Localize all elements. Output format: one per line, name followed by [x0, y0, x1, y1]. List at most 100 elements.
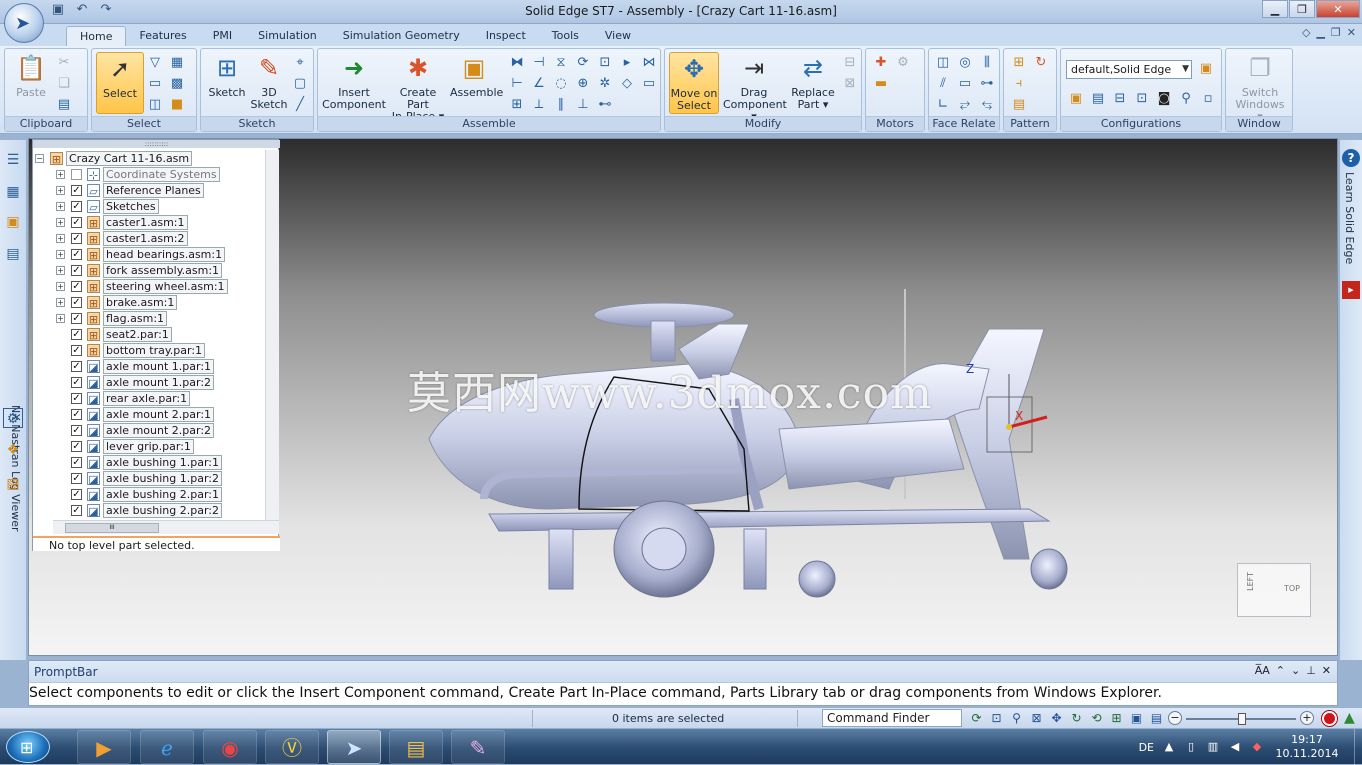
tangent-icon[interactable]: ◌: [552, 75, 570, 93]
visibility-checkbox[interactable]: ✓: [71, 392, 82, 404]
tree-item[interactable]: ✓ ◪ axle bushing 2.par:1: [56, 486, 222, 502]
spacer-icon[interactable]: [1032, 75, 1050, 93]
connect-icon[interactable]: ⊢: [508, 75, 526, 93]
zoom-config-icon[interactable]: ⚲: [1177, 90, 1195, 108]
close-button[interactable]: ✕: [1316, 0, 1360, 18]
font-size-icon[interactable]: A̅A: [1255, 664, 1270, 677]
visibility-checkbox[interactable]: ✓: [71, 248, 82, 260]
taskbar-internet-explorer[interactable]: ℯ: [140, 730, 194, 764]
path-icon[interactable]: ◇: [618, 75, 636, 93]
replace-part-button[interactable]: ⇄ Replace Part ▾: [787, 52, 839, 114]
tab-view[interactable]: View: [592, 26, 644, 46]
tree-item[interactable]: ✓ ◪ axle mount 1.par:1: [56, 358, 215, 374]
application-button[interactable]: ➤: [4, 3, 44, 43]
help-options-icon[interactable]: ◇: [1302, 26, 1310, 39]
parallel-icon[interactable]: ∥: [552, 96, 570, 114]
expand-toggle[interactable]: +: [56, 201, 65, 211]
select-component-icon[interactable]: ■: [168, 96, 186, 114]
collapse-icon[interactable]: ⌃: [1276, 664, 1285, 677]
tab-home[interactable]: Home: [66, 26, 127, 46]
expand-toggle[interactable]: +: [56, 233, 65, 243]
collapse-toggle[interactable]: −: [35, 153, 44, 163]
taskbar-chrome[interactable]: ◉: [203, 730, 257, 764]
tree-item[interactable]: ✓ ◪ lever grip.par:1: [56, 438, 194, 454]
taskbar-media-player[interactable]: ▶: [77, 730, 131, 764]
zoom-knob[interactable]: [1238, 713, 1246, 725]
show-all-icon[interactable]: ▤: [1089, 90, 1107, 108]
rigid-set-icon[interactable]: ⟂: [530, 96, 548, 114]
assembly-tree-icon[interactable]: ❖: [3, 440, 23, 460]
concentric-icon[interactable]: ◎: [956, 54, 974, 72]
up-arrow-icon[interactable]: ▲: [1344, 710, 1355, 726]
show-only-icon[interactable]: ⊡: [1133, 90, 1151, 108]
view-cube[interactable]: LEFT TOP: [1237, 563, 1311, 617]
tree-item[interactable]: + ✓ ⊞ steering wheel.asm:1: [56, 278, 228, 294]
create-part-in-place-button[interactable]: ✱ Create Part In-Place ▾: [388, 52, 448, 123]
doc-restore-icon[interactable]: ❐: [1331, 26, 1341, 39]
tab-simulation-geometry[interactable]: Simulation Geometry: [330, 26, 473, 46]
visibility-checkbox[interactable]: ✓: [71, 296, 82, 308]
tab-tools[interactable]: Tools: [539, 26, 592, 46]
feature-library-icon[interactable]: ▣: [3, 212, 23, 232]
pattern-icon[interactable]: ⊞: [1010, 54, 1028, 72]
maximize-button[interactable]: ❐: [1289, 0, 1315, 18]
save-configuration-icon[interactable]: ▣: [1197, 60, 1215, 78]
circular-pattern-icon[interactable]: ↻: [1032, 54, 1050, 72]
viewcube-left-face[interactable]: LEFT: [1246, 572, 1255, 591]
refresh-icon[interactable]: ⟳: [968, 710, 985, 727]
expand-icon[interactable]: ⌄: [1291, 664, 1300, 677]
camera-icon[interactable]: ◙: [1155, 90, 1173, 108]
tree-item[interactable]: + ✓ ⊞ head bearings.asm:1: [56, 246, 226, 262]
expand-toggle[interactable]: +: [56, 249, 65, 259]
visibility-checkbox[interactable]: ✓: [71, 280, 82, 292]
insert-component-button[interactable]: ➜ Insert Component: [322, 52, 386, 114]
gear-icon[interactable]: ✲: [596, 75, 614, 93]
visibility-checkbox[interactable]: ✓: [71, 200, 82, 212]
layers-icon[interactable]: ☰: [3, 150, 23, 170]
security-icon[interactable]: ◆: [1250, 740, 1264, 754]
aligned-icon[interactable]: ⥃: [978, 96, 996, 114]
clock[interactable]: 19:17 10.11.2014: [1272, 733, 1342, 761]
close-prompt-icon[interactable]: ✕: [1322, 664, 1331, 677]
taskbar-explorer[interactable]: ▤: [389, 730, 443, 764]
disperse-icon[interactable]: ⊠: [841, 75, 859, 93]
spin-about-icon[interactable]: ⟲: [1088, 710, 1105, 727]
symmetric-icon[interactable]: ⫼: [978, 54, 996, 72]
expand-toggle[interactable]: +: [56, 217, 65, 227]
tree-item[interactable]: ✓ ◪ axle bushing 1.par:2: [56, 470, 222, 486]
taskbar-paint[interactable]: ✎: [451, 730, 505, 764]
visibility-checkbox[interactable]: ✓: [71, 184, 82, 196]
show-sketch-icon[interactable]: ▢: [291, 75, 309, 93]
tree-item[interactable]: ✓ ◪ axle mount 2.par:1: [56, 406, 215, 422]
record-icon[interactable]: [1322, 711, 1337, 726]
show-hidden-icons-icon[interactable]: ▲: [1162, 740, 1176, 754]
graphics-viewport[interactable]: Z X 莫西网www.3dmox.com :::::::::: − ⊞ Crazy …: [28, 138, 1338, 656]
tree-item[interactable]: + ✓ ⊞ brake.asm:1: [56, 294, 178, 310]
project-icon[interactable]: ⌖: [291, 54, 309, 72]
zoom-icon[interactable]: ⚲: [1008, 710, 1025, 727]
visibility-checkbox[interactable]: ✓: [71, 312, 82, 324]
device-icon[interactable]: ▯: [1184, 740, 1198, 754]
expand-toggle[interactable]: +: [56, 265, 65, 275]
axial-align-icon[interactable]: ⧖: [552, 54, 570, 72]
filter-icon[interactable]: ▽: [146, 54, 164, 72]
tab-features[interactable]: Features: [126, 26, 199, 46]
visibility-checkbox[interactable]: ✓: [71, 504, 82, 516]
display-config-icon[interactable]: ▣: [1067, 90, 1085, 108]
select-tools-icon[interactable]: ▦: [168, 54, 186, 72]
angle-icon[interactable]: ∠: [530, 75, 548, 93]
zoom-slider[interactable]: − +: [1168, 711, 1316, 726]
doc-minimize-icon[interactable]: ▁: [1316, 26, 1324, 39]
parts-library-icon[interactable]: ▦: [3, 182, 23, 202]
planar-align-icon[interactable]: ⊣: [530, 54, 548, 72]
panel-grip[interactable]: ::::::::::: [33, 140, 280, 148]
configuration-select[interactable]: default,Solid Edge ▼: [1066, 60, 1192, 79]
pathfinder-icon[interactable]: ⚙: [3, 408, 23, 428]
visibility-checkbox[interactable]: ✓: [71, 472, 82, 484]
nx-nastran-icon[interactable]: ▤: [3, 244, 23, 264]
zoom-in-icon[interactable]: +: [1300, 711, 1314, 725]
visibility-checkbox[interactable]: ✓: [71, 216, 82, 228]
visibility-checkbox[interactable]: ✓: [71, 408, 82, 420]
visibility-checkbox[interactable]: ✓: [71, 328, 82, 340]
hide-previous-icon[interactable]: ⊟: [1111, 90, 1129, 108]
